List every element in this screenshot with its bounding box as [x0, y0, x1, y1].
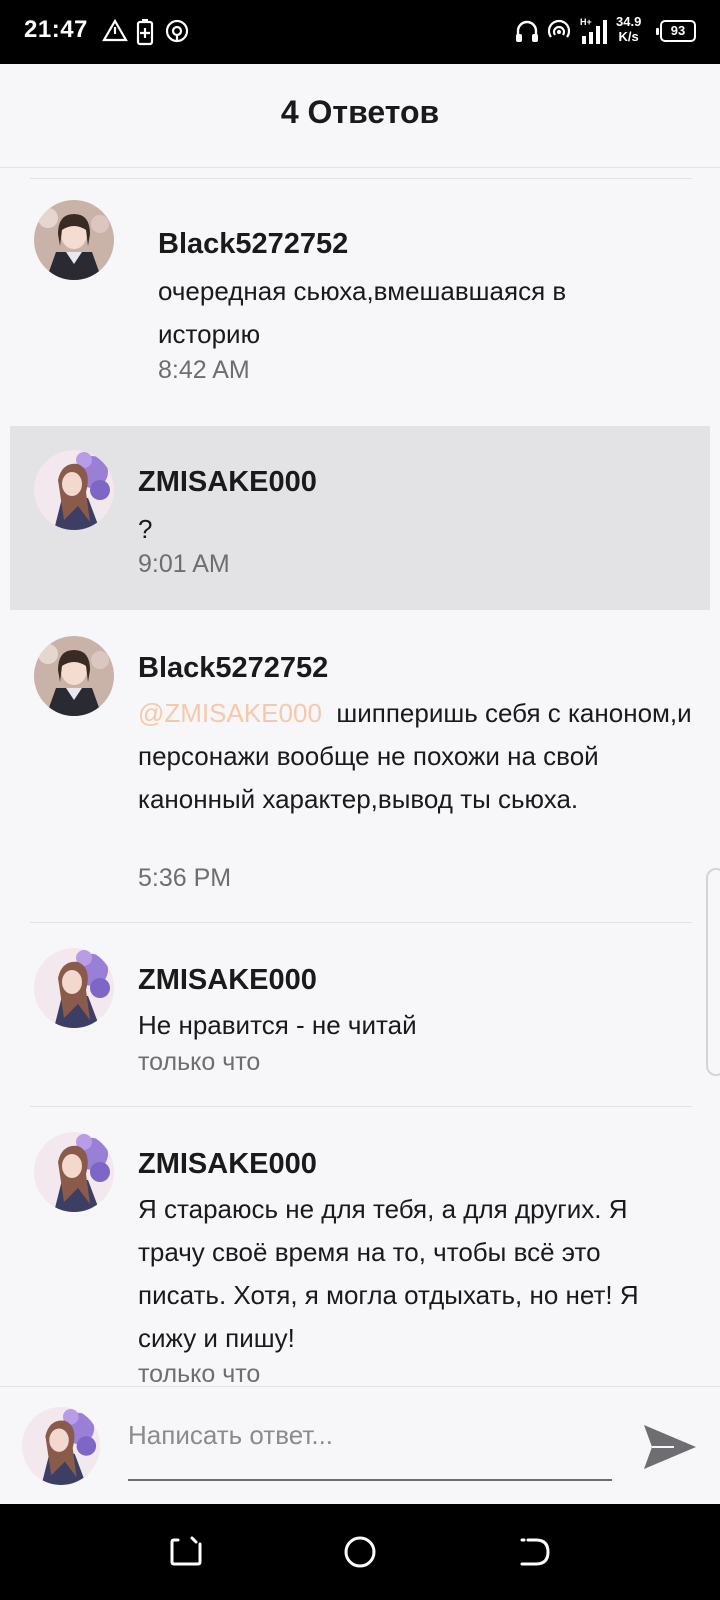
- avatar[interactable]: [34, 200, 114, 280]
- comment-item[interactable]: ZMISAKE000 Я стараюсь не для тебя, а для…: [10, 1108, 710, 1386]
- recent-apps-icon[interactable]: [166, 1532, 206, 1572]
- page-title: 4 Ответов: [280, 94, 440, 130]
- status-bar: 21:47 H+ 34.9 K/s 93: [0, 0, 720, 64]
- reply-bar: [0, 1386, 720, 1504]
- comment-text: @ZMISAKE000 шипперишь себя с каноном,и п…: [138, 692, 694, 821]
- comment-time: 9:01 AM: [138, 550, 230, 578]
- comment-author[interactable]: Black5272752: [138, 652, 328, 685]
- comment-text: Не нравится - не читай: [138, 1010, 417, 1040]
- battery-saver-icon: [136, 19, 154, 46]
- comment-time: только что: [138, 1048, 261, 1076]
- comment-author[interactable]: ZMISAKE000: [138, 964, 317, 997]
- comment-item[interactable]: Black5272752 @ZMISAKE000 шипперишь себя …: [10, 612, 710, 906]
- avatar[interactable]: [34, 1132, 114, 1212]
- status-time: 21:47: [24, 16, 88, 43]
- comment-item[interactable]: Black5272752 очередная сьюха,вмешавшаяся…: [0, 182, 720, 402]
- svg-text:H+: H+: [580, 17, 592, 27]
- avatar[interactable]: [34, 450, 114, 530]
- back-icon[interactable]: [514, 1532, 554, 1572]
- divider: [30, 922, 692, 923]
- comment-text: очередная сьюха,вмешавшаяся в историю: [158, 276, 567, 349]
- comment-text: Я стараюсь не для тебя, а для других. Я …: [138, 1194, 639, 1353]
- comment-item-highlighted[interactable]: ZMISAKE000 ? 9:01 AM: [10, 426, 710, 610]
- send-icon[interactable]: [640, 1417, 700, 1477]
- avatar[interactable]: [34, 636, 114, 716]
- headphones-icon: [516, 20, 538, 42]
- avatar-purple-flowers-girl-icon: [22, 1407, 100, 1485]
- warning-triangle-icon: [102, 18, 128, 42]
- mention-link[interactable]: @ZMISAKE000: [138, 698, 322, 728]
- comment-time: только что: [138, 1360, 261, 1386]
- reply-input[interactable]: [128, 1409, 612, 1461]
- comment-thread[interactable]: Black5272752 очередная сьюха,вмешавшаяся…: [0, 168, 720, 1386]
- comment-item[interactable]: ZMISAKE000 Не нравится - не читай только…: [10, 924, 710, 1102]
- avatar-dark-hair-girl-icon: [34, 200, 114, 280]
- divider: [30, 1106, 692, 1107]
- comment-author[interactable]: ZMISAKE000: [138, 466, 317, 499]
- hotspot-icon: [165, 19, 189, 43]
- divider: [30, 178, 692, 179]
- navigation-bar: [0, 1504, 720, 1600]
- avatar-purple-flowers-girl-icon: [34, 450, 114, 530]
- network-speed: 34.9 K/s: [616, 14, 642, 44]
- signal-strength-icon: H+: [580, 17, 607, 44]
- header: 4 Ответов: [0, 64, 720, 168]
- wifi-hotspot-icon: [547, 19, 571, 38]
- side-panel-handle[interactable]: [706, 868, 720, 1076]
- avatar: [22, 1407, 100, 1485]
- comment-time: 5:36 PM: [138, 864, 232, 892]
- reply-input-underline: [128, 1479, 612, 1481]
- home-icon[interactable]: [340, 1532, 380, 1572]
- comment-text: ?: [138, 514, 153, 544]
- comment-author[interactable]: Black5272752: [158, 228, 348, 261]
- battery-indicator: 93: [656, 20, 696, 42]
- avatar-dark-hair-girl-icon: [34, 636, 114, 716]
- avatar-purple-flowers-girl-icon: [34, 948, 114, 1028]
- comment-time: 8:42 AM: [158, 356, 250, 384]
- avatar-purple-flowers-girl-icon: [34, 1132, 114, 1212]
- comment-author[interactable]: ZMISAKE000: [138, 1148, 317, 1181]
- avatar[interactable]: [34, 948, 114, 1028]
